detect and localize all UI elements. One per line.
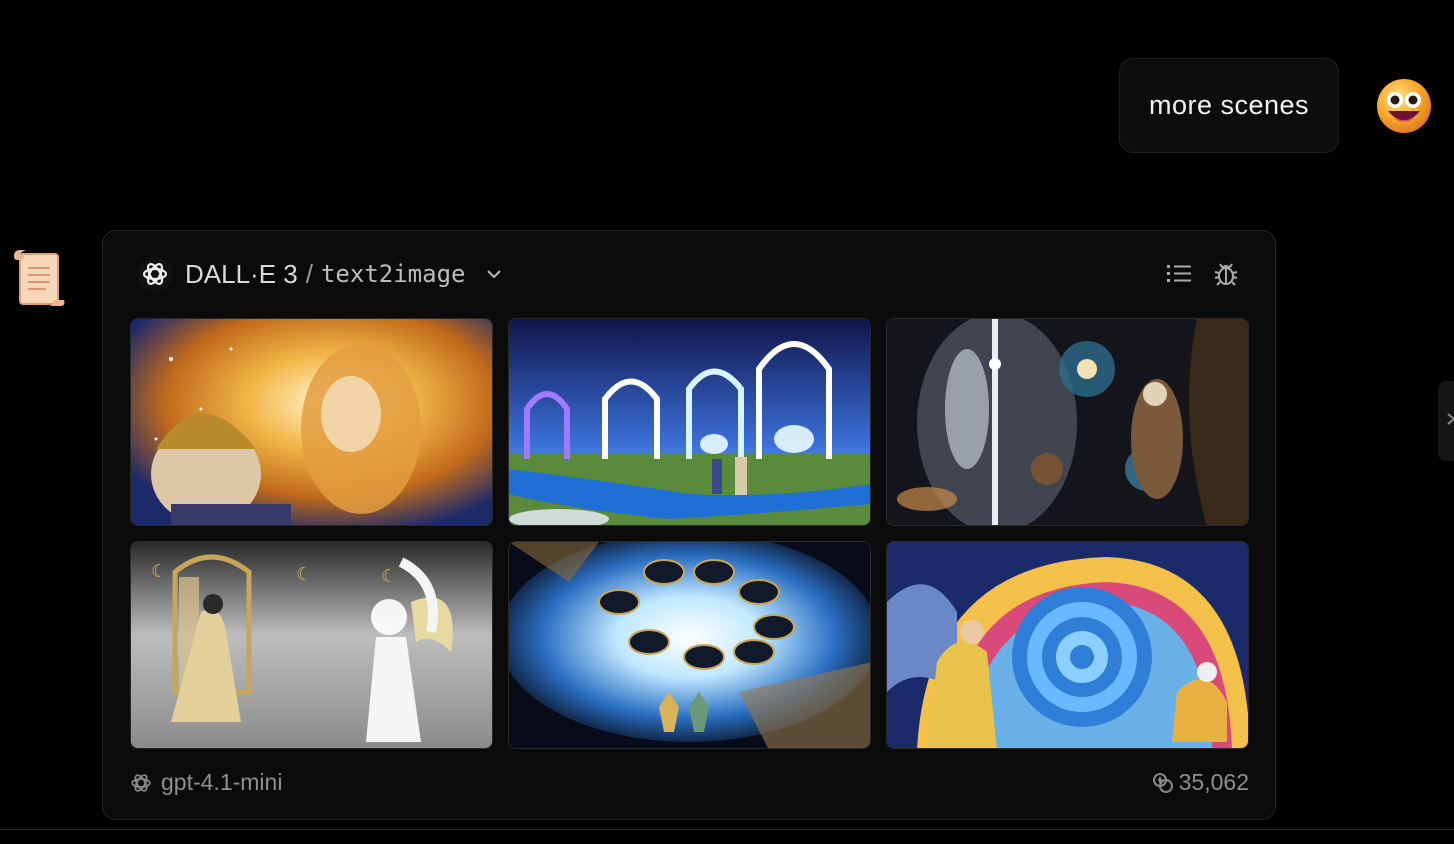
divider xyxy=(0,829,1454,830)
scroll-icon xyxy=(10,248,68,308)
plugin-api-name: text2image xyxy=(320,260,466,288)
chevron-right-icon xyxy=(1446,412,1454,431)
list-icon[interactable] xyxy=(1164,259,1194,289)
plugin-separator: / xyxy=(305,258,313,289)
coins-icon xyxy=(1151,771,1175,795)
user-message-text: more scenes xyxy=(1148,90,1310,120)
generated-image-1[interactable] xyxy=(130,318,493,526)
token-count: 35,062 xyxy=(1178,769,1249,795)
generated-image-3[interactable] xyxy=(886,318,1249,526)
generated-image-5[interactable] xyxy=(508,541,871,749)
image-grid: ☾ ☾ ☾ xyxy=(130,318,1250,749)
openai-logo-icon xyxy=(129,771,153,795)
user-message-bubble: more scenes xyxy=(1119,58,1339,153)
model-info: gpt-4.1-mini xyxy=(129,769,282,796)
svg-text:☾: ☾ xyxy=(151,561,167,581)
user-avatar-icon[interactable] xyxy=(1376,78,1432,134)
side-panel-toggle[interactable] xyxy=(1438,381,1454,461)
generated-image-6[interactable] xyxy=(886,541,1249,749)
openai-logo-icon xyxy=(137,256,173,292)
model-name: gpt-4.1-mini xyxy=(161,769,283,795)
bug-icon[interactable] xyxy=(1211,259,1241,289)
svg-text:☾: ☾ xyxy=(381,566,397,586)
plugin-header[interactable]: DALL·E 3 / text2image xyxy=(137,253,505,295)
generated-image-2[interactable] xyxy=(508,318,871,526)
chevron-down-icon[interactable] xyxy=(483,263,505,285)
plugin-name: DALL·E 3 xyxy=(185,258,298,289)
generated-image-4[interactable]: ☾ ☾ ☾ xyxy=(130,541,493,749)
token-usage: 35,062 xyxy=(1151,769,1249,796)
plugin-result-card: DALL·E 3 / text2image ☾ ☾ ☾ gpt-4.1-mini… xyxy=(102,230,1276,820)
svg-text:☾: ☾ xyxy=(296,564,312,584)
